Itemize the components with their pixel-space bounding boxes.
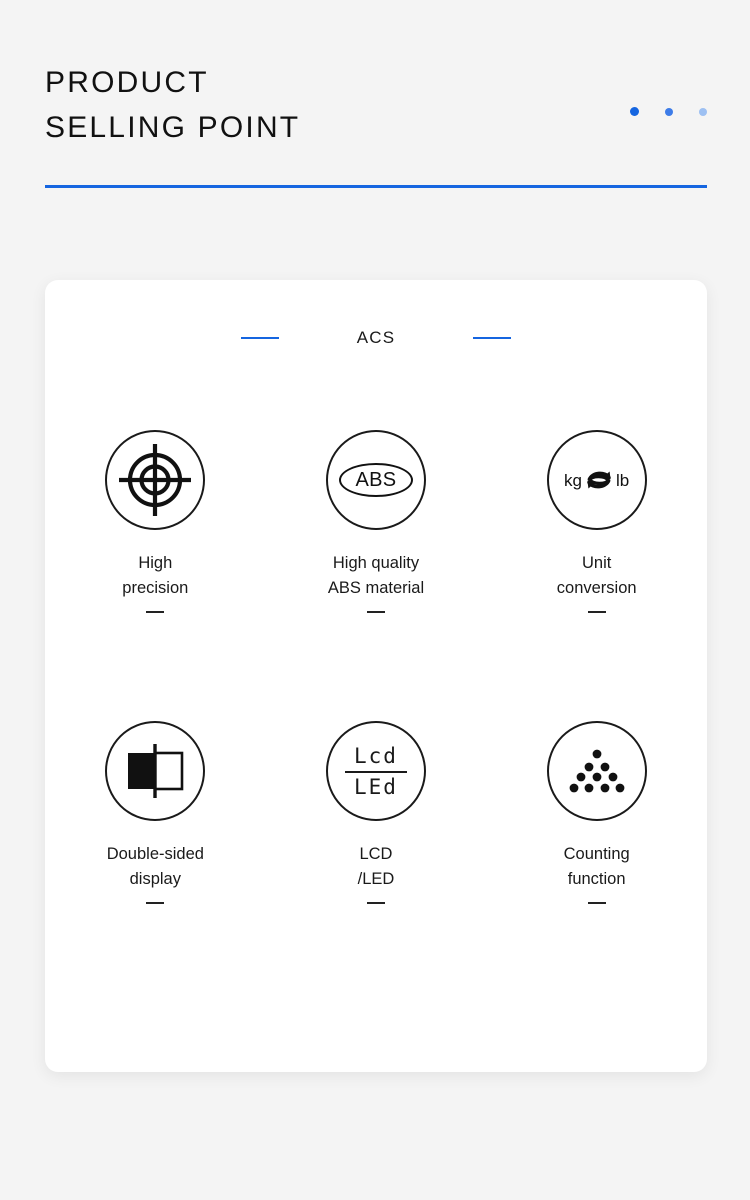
page-header: PRODUCT SELLING POINT — [45, 60, 707, 150]
crosshair-target-icon — [119, 444, 192, 516]
abs-ellipse-icon: ABS — [338, 463, 413, 497]
feature-dash — [587, 902, 606, 905]
feature-icon-frame: Lcd LEd — [325, 721, 426, 822]
double-sided-display-icon — [128, 744, 184, 799]
feature-dash — [146, 902, 165, 905]
feature-double-sided-display[interactable]: Double-sided display — [45, 721, 266, 905]
lcd-led-icon: Lcd LEd — [344, 743, 407, 800]
feature-label: High quality ABS material — [327, 554, 425, 597]
feature-dash — [146, 611, 165, 614]
lcd-icon-label-top: Lcd — [354, 743, 398, 768]
feature-label: Counting function — [563, 845, 630, 889]
pagination-dot-2[interactable] — [665, 107, 673, 116]
abs-icon-label: ABS — [355, 469, 397, 491]
feature-icon-frame: kg lb — [546, 430, 647, 530]
feature-label: LCD /LED — [357, 845, 395, 889]
pagination-dot-1[interactable] — [630, 107, 639, 116]
lcd-divider — [344, 770, 407, 773]
feature-counting-function[interactable]: Counting function — [486, 721, 707, 905]
feature-abs-material[interactable]: ABS High quality ABS material — [266, 430, 487, 614]
lcd-icon-label-bottom: LEd — [354, 774, 398, 799]
cycle-arrows-icon — [587, 471, 611, 489]
pagination-dots[interactable] — [630, 107, 707, 116]
feature-icon-frame — [105, 430, 206, 530]
feature-unit-conversion[interactable]: kg lb Unit conversion — [486, 430, 707, 614]
feature-dash — [366, 611, 385, 614]
feature-label: Double-sided display — [106, 845, 204, 889]
feature-label: High precision — [122, 554, 189, 597]
unit-conversion-icon: kg lb — [564, 464, 629, 496]
feature-icon-frame: ABS — [325, 430, 426, 530]
brand-line-right — [473, 337, 512, 339]
unit-label-kg: kg — [564, 470, 583, 490]
feature-dash — [587, 611, 606, 614]
feature-grid: High precision ABS High quality ABS mate… — [45, 430, 707, 905]
feature-icon-frame — [105, 721, 206, 822]
page-title: PRODUCT SELLING POINT — [45, 66, 301, 144]
brand-name: ACS — [356, 328, 396, 347]
feature-icon-frame — [546, 721, 647, 822]
brand-line-left — [240, 337, 279, 339]
header-divider — [45, 185, 707, 188]
brand-row: ACS — [45, 328, 707, 348]
feature-high-precision[interactable]: High precision — [45, 430, 266, 614]
counting-dots-icon — [569, 749, 625, 793]
unit-label-lb: lb — [616, 470, 630, 490]
feature-lcd-led[interactable]: Lcd LEd LCD /LED — [266, 721, 487, 905]
selling-point-card: ACS High precision ABS High quality ABS … — [45, 280, 707, 1072]
feature-dash — [366, 902, 385, 905]
pagination-dot-3[interactable] — [699, 107, 707, 116]
feature-label: Unit conversion — [556, 554, 637, 597]
